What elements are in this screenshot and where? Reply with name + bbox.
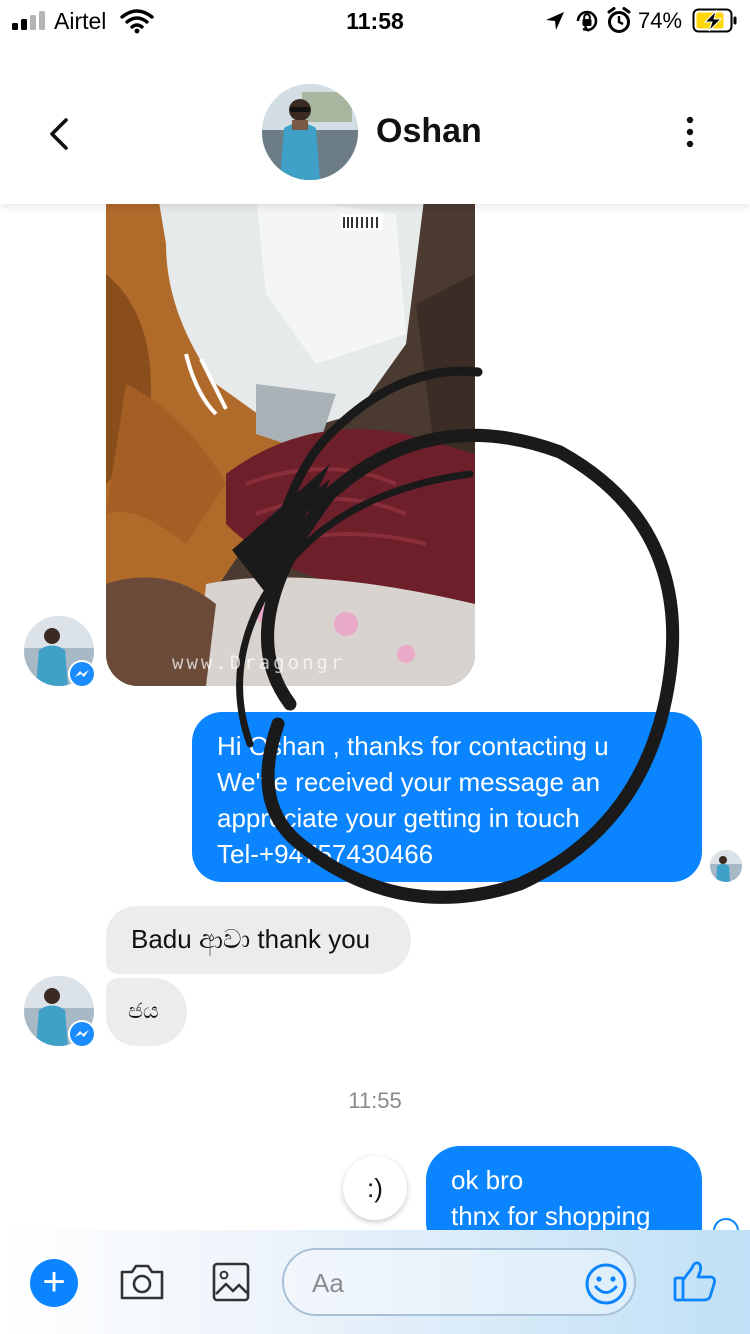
outgoing-message[interactable]: ok bro thnx for shopping [426, 1146, 702, 1230]
drawn-arrow-annotation [232, 366, 680, 904]
message-list[interactable]: www.Dragongr Hi Oshan , thanks for conta… [0, 204, 750, 1230]
orientation-lock-icon [576, 10, 598, 32]
alarm-icon [607, 7, 631, 33]
message-line: thnx for shopping [451, 1201, 651, 1230]
contact-name[interactable]: Oshan [376, 112, 482, 151]
plus-icon[interactable]: + [30, 1259, 78, 1307]
vertical-dots-icon[interactable] [682, 116, 698, 148]
thumbs-up-icon[interactable] [672, 1258, 718, 1304]
chevron-left-icon[interactable] [42, 114, 78, 154]
composer-bar: + Aa [0, 1230, 750, 1334]
photo-watermark: www.Dragongr [172, 652, 346, 674]
sender-avatar[interactable] [24, 976, 96, 1048]
contact-avatar[interactable] [262, 84, 358, 180]
reaction-bubble[interactable]: :) [343, 1156, 407, 1220]
location-icon [546, 12, 564, 30]
message-text: Badu ආවා thank you [131, 924, 371, 954]
incoming-message[interactable]: Badu ආවා thank you [106, 906, 411, 974]
conversation-header: Oshan [0, 44, 750, 204]
status-bar: Airtel 11:58 74% [0, 0, 750, 44]
camera-icon[interactable] [118, 1262, 166, 1302]
read-receipt-avatar [710, 850, 742, 882]
message-line: ok bro [451, 1165, 524, 1195]
battery-charging-icon [692, 8, 737, 33]
emoji-icon[interactable] [584, 1262, 628, 1306]
message-input[interactable]: Aa [282, 1248, 636, 1316]
timestamp: 11:55 [348, 1088, 402, 1113]
gallery-icon[interactable] [212, 1262, 250, 1302]
message-input-placeholder: Aa [312, 1268, 344, 1298]
messenger-badge-icon [68, 1020, 96, 1048]
battery-percentage: 74% [638, 8, 683, 33]
message-text: ජය [128, 998, 159, 1023]
incoming-message[interactable]: ජය [106, 978, 187, 1046]
